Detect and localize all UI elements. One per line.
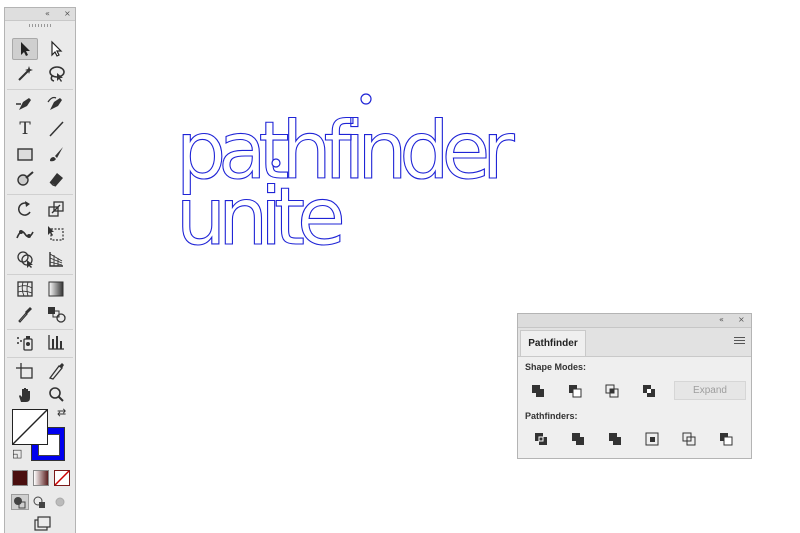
divider <box>7 357 73 358</box>
anchor-point[interactable] <box>271 158 281 168</box>
blend-tool-icon[interactable] <box>43 303 69 325</box>
zoom-tool-icon[interactable] <box>43 384 69 406</box>
screen-mode-icon[interactable] <box>28 514 54 532</box>
shape-builder-tool-icon[interactable] <box>12 248 38 270</box>
unite-icon[interactable] <box>527 381 549 401</box>
crop-icon[interactable] <box>641 429 663 449</box>
tools-panel: « × T ⇄ ◱ <box>4 7 76 533</box>
tools-panel-header: « × <box>5 8 75 21</box>
expand-button[interactable]: Expand <box>674 381 746 400</box>
outlined-word-2: unite <box>176 171 342 263</box>
shape-modes-label: Shape Modes: <box>525 362 587 372</box>
minus-front-icon[interactable] <box>564 381 586 401</box>
outlined-word-1: pathfinder <box>176 105 515 197</box>
rectangle-tool-icon[interactable] <box>12 143 38 165</box>
draw-behind-icon[interactable] <box>31 494 49 510</box>
selection-tool-icon[interactable] <box>12 38 38 60</box>
scale-tool-icon[interactable] <box>43 198 69 220</box>
slice-tool-icon[interactable] <box>43 360 69 382</box>
shaper-tool-icon[interactable] <box>12 168 38 190</box>
tab-pathfinder[interactable]: Pathfinder <box>520 330 586 356</box>
panel-grip[interactable] <box>5 21 75 29</box>
type-glyph: T <box>19 119 31 139</box>
eraser-tool-icon[interactable] <box>43 168 69 190</box>
symbol-sprayer-tool-icon[interactable] <box>12 331 38 353</box>
gradient-mode-button[interactable] <box>33 470 49 486</box>
merge-icon[interactable] <box>604 429 626 449</box>
column-graph-tool-icon[interactable] <box>43 331 69 353</box>
lasso-tool-icon[interactable] <box>43 63 69 85</box>
eyedropper-tool-icon[interactable] <box>12 303 38 325</box>
perspective-grid-tool-icon[interactable] <box>43 248 69 270</box>
direct-selection-tool-icon[interactable] <box>43 38 69 60</box>
paintbrush-tool-icon[interactable] <box>43 143 69 165</box>
intersect-icon[interactable] <box>601 381 623 401</box>
type-tool-icon[interactable]: T <box>12 118 38 140</box>
fill-color-swatch[interactable] <box>12 409 48 445</box>
collapse-icon[interactable]: « <box>45 9 50 19</box>
line-segment-tool-icon[interactable] <box>43 118 69 140</box>
divider <box>7 89 73 90</box>
pathfinder-panel: « × Pathfinder Shape Modes: Expand Pathf… <box>517 313 752 459</box>
color-mode-button[interactable] <box>12 470 28 486</box>
divide-icon[interactable] <box>530 429 552 449</box>
draw-normal-icon[interactable] <box>11 494 29 510</box>
panel-menu-icon[interactable] <box>734 337 745 346</box>
hand-tool-icon[interactable] <box>12 384 38 406</box>
collapse-icon[interactable]: « <box>719 315 724 325</box>
pathfinder-panel-header: « × <box>518 314 751 328</box>
close-icon[interactable]: × <box>64 9 71 19</box>
artboard-tool-icon[interactable] <box>12 360 38 382</box>
pathfinder-tab-bar: Pathfinder <box>518 328 751 357</box>
draw-inside-icon[interactable] <box>51 494 69 510</box>
mesh-tool-icon[interactable] <box>12 278 38 300</box>
free-transform-tool-icon[interactable] <box>43 223 69 245</box>
magic-wand-tool-icon[interactable] <box>12 63 38 85</box>
divider <box>7 329 73 330</box>
curvature-tool-icon[interactable] <box>43 93 69 115</box>
divider <box>7 194 73 195</box>
swap-fill-stroke-icon[interactable]: ⇄ <box>57 408 66 419</box>
rotate-tool-icon[interactable] <box>12 198 38 220</box>
trim-icon[interactable] <box>567 429 589 449</box>
pen-tool-icon[interactable] <box>12 93 38 115</box>
outline-icon[interactable] <box>678 429 700 449</box>
selected-outline-text[interactable]: pathfinder unite <box>175 104 523 263</box>
exclude-icon[interactable] <box>638 381 660 401</box>
gradient-tool-icon[interactable] <box>43 278 69 300</box>
anchor-point[interactable] <box>360 93 372 105</box>
pathfinders-label: Pathfinders: <box>525 411 578 421</box>
default-colors-icon[interactable]: ◱ <box>12 449 22 460</box>
none-mode-button[interactable] <box>54 470 70 486</box>
puppet-warp-tool-icon[interactable] <box>12 223 38 245</box>
divider <box>7 274 73 275</box>
minus-back-icon[interactable] <box>715 429 737 449</box>
close-icon[interactable]: × <box>738 315 745 325</box>
